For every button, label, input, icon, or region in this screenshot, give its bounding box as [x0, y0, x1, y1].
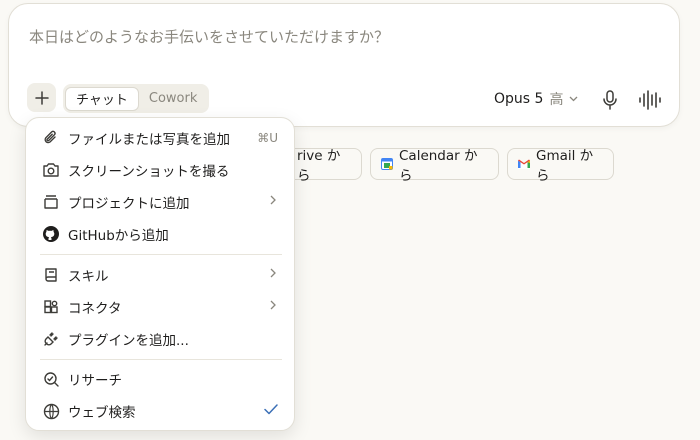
github-icon [41, 224, 61, 244]
chevron-right-icon [270, 195, 276, 205]
globe-icon [41, 401, 61, 421]
chip-label: Calendar から [399, 148, 478, 184]
menu-divider [40, 254, 282, 255]
connector-blocks-icon [41, 297, 61, 317]
chevron-right-icon [270, 268, 276, 278]
skill-book-icon [41, 265, 61, 285]
project-box-icon [41, 192, 61, 212]
mode-chat-tab[interactable]: チャット [65, 86, 139, 111]
menu-item-add-to-project[interactable]: プロジェクトに追加 [34, 187, 288, 217]
mode-cowork-tab[interactable]: Cowork [139, 87, 208, 111]
model-name: Opus 5 [494, 91, 544, 107]
gmail-chip[interactable]: Gmail から [507, 148, 614, 184]
shortcut-hint: ⌘U [257, 131, 278, 145]
effort-level: 高 [549, 92, 564, 108]
google-calendar-icon [381, 158, 393, 170]
gmail-icon [518, 159, 530, 169]
menu-item-github[interactable]: GitHubから追加 [34, 219, 288, 249]
menu-item-label: コネクタ [68, 301, 122, 317]
voice-waveform-icon [638, 89, 662, 111]
menu-item-skills[interactable]: スキル [34, 260, 288, 290]
microphone-button[interactable] [599, 88, 621, 112]
menu-item-label: プロジェクトに追加 [68, 196, 190, 212]
menu-item-label: スキル [68, 269, 109, 285]
menu-item-label: プラグインを追加... [68, 333, 189, 349]
attachment-menu: ファイルまたは写真を追加 ⌘U スクリーンショットを撮る プロジェクトに追加 G… [25, 117, 295, 431]
google-calendar-chip[interactable]: Calendar から [370, 148, 499, 184]
menu-item-label: ウェブ検索 [68, 405, 136, 421]
menu-item-connectors[interactable]: コネクタ [34, 292, 288, 322]
menu-item-screenshot[interactable]: スクリーンショットを撮る [34, 155, 288, 185]
menu-divider [40, 359, 282, 360]
menu-item-label: スクリーンショットを撮る [68, 164, 230, 180]
chevron-down-icon [569, 96, 578, 102]
menu-item-add-file[interactable]: ファイルまたは写真を追加 ⌘U [34, 123, 288, 153]
message-composer: 本日はどのようなお手伝いをさせていただけますか？ チャット Cowork Opu… [8, 3, 680, 127]
research-magnifier-icon [41, 369, 61, 389]
add-attachment-button[interactable] [27, 83, 56, 112]
microphone-icon [599, 88, 621, 112]
paperclip-icon [41, 128, 61, 148]
mode-toggle: チャット Cowork [63, 84, 210, 113]
chip-label: Gmail から [536, 148, 594, 184]
plug-icon [41, 329, 61, 349]
menu-item-web-search[interactable]: ウェブ検索 [34, 396, 288, 426]
menu-item-add-plugin[interactable]: プラグインを追加... [34, 324, 288, 354]
menu-item-label: リサーチ [68, 373, 122, 389]
checkmark-icon [264, 404, 278, 415]
model-selector[interactable]: Opus 5 高 [494, 89, 578, 109]
chevron-right-icon [270, 300, 276, 310]
plus-icon [34, 90, 49, 105]
chip-label: rive から [297, 148, 341, 184]
menu-item-label: ファイルまたは写真を追加 [68, 132, 230, 148]
message-input[interactable]: 本日はどのようなお手伝いをさせていただけますか？ [29, 26, 389, 47]
menu-item-research[interactable]: リサーチ [34, 364, 288, 394]
voice-mode-button[interactable] [638, 89, 662, 111]
menu-item-label: GitHubから追加 [68, 228, 169, 244]
camera-icon [41, 160, 61, 180]
